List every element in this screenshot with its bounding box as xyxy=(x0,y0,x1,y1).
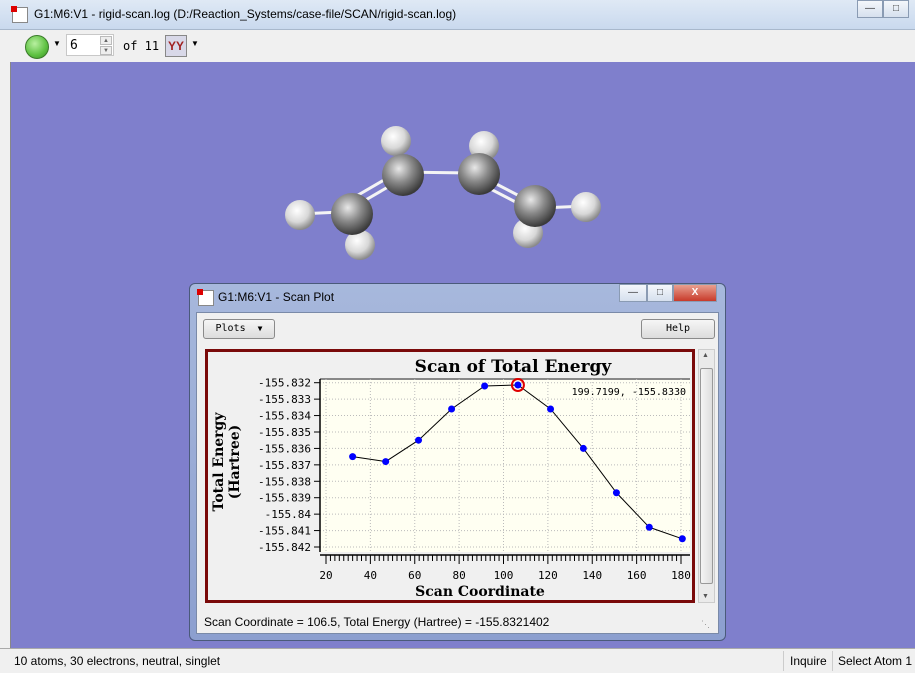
plot-frame: Scan of Total Energy -155.832 -155.833 -15… xyxy=(205,349,695,603)
y-tick-label: -155.832 xyxy=(258,377,311,390)
data-point xyxy=(349,453,357,461)
hydrogen-atom xyxy=(571,192,601,222)
hydrogen-atom xyxy=(381,126,411,156)
y-tick-label: -155.84 xyxy=(265,508,312,521)
scroll-up-icon[interactable]: ▲ xyxy=(702,352,709,359)
y-tick-label: -155.836 xyxy=(258,442,311,455)
x-tick-label: 40 xyxy=(364,569,377,582)
data-point xyxy=(678,535,686,543)
molecule-info: 10 atoms, 30 electrons, neutral, singlet xyxy=(14,654,221,668)
minimize-button[interactable]: — xyxy=(619,284,647,302)
window-title: G1:M6:V1 - rigid-scan.log (D:/Reaction_S… xyxy=(34,7,457,21)
scan-plot-window: G1:M6:V1 - Scan Plot — □ X Plots ▼ Help … xyxy=(189,283,726,641)
data-point xyxy=(415,436,423,444)
title-bar: G1:M6:V1 - rigid-scan.log (D:/Reaction_S… xyxy=(0,0,915,30)
status-bar: 10 atoms, 30 electrons, neutral, singlet… xyxy=(0,648,915,673)
x-tick-label: 80 xyxy=(453,569,466,582)
frame-value[interactable]: 6 xyxy=(70,38,78,53)
help-button[interactable]: Help xyxy=(641,319,715,339)
scan-chart[interactable]: Scan of Total Energy -155.832 -155.833 -15… xyxy=(208,352,692,600)
x-tick-label: 60 xyxy=(408,569,421,582)
chart-title: Scan of Total Energy xyxy=(415,357,613,377)
vibration-icon[interactable]: YY xyxy=(165,35,187,57)
data-point xyxy=(612,489,620,497)
data-point xyxy=(645,523,653,531)
y-tick-label: -155.842 xyxy=(258,541,311,554)
scan-window-title: G1:M6:V1 - Scan Plot xyxy=(218,290,335,304)
carbon-atom xyxy=(514,185,556,227)
maximize-button[interactable]: □ xyxy=(883,0,909,18)
app-icon xyxy=(197,289,214,306)
data-point xyxy=(579,444,587,452)
toolbar: ▼ 6 ▲ ▼ of 11 YY ▼ xyxy=(10,30,915,62)
data-point xyxy=(448,405,456,413)
frame-spinbox[interactable]: 6 ▲ ▼ xyxy=(66,34,114,56)
y-tick-label: -155.839 xyxy=(258,492,311,505)
chevron-down-icon[interactable]: ▼ xyxy=(191,39,199,48)
vertical-scrollbar[interactable]: ▲ ▼ xyxy=(698,349,715,603)
x-tick-label: 120 xyxy=(538,569,558,582)
cursor-readout: 199.7199, -155.8330 xyxy=(572,387,686,398)
x-tick-label: 180 xyxy=(671,569,691,582)
y-tick-label: -155.833 xyxy=(258,393,311,406)
data-point xyxy=(481,382,489,390)
mode-status: Inquire xyxy=(790,654,827,668)
y-axis-label-line2: (Hartree) xyxy=(227,425,243,500)
maximize-button[interactable]: □ xyxy=(647,284,673,302)
scan-status-text: Scan Coordinate = 106.5, Total Energy (H… xyxy=(204,615,550,629)
y-tick-label: -155.838 xyxy=(258,475,311,488)
app-icon xyxy=(11,6,28,23)
close-button[interactable]: X xyxy=(673,284,717,302)
data-point xyxy=(382,458,390,466)
chevron-down-icon: ▼ xyxy=(257,324,263,333)
plot-background xyxy=(320,379,690,552)
y-tick-label: -155.837 xyxy=(258,459,311,472)
data-point xyxy=(514,381,522,389)
y-tick-label: -155.834 xyxy=(258,410,311,423)
hydrogen-atom xyxy=(285,200,315,230)
x-tick-label: 100 xyxy=(494,569,514,582)
minimize-button[interactable]: — xyxy=(857,0,883,18)
x-tick-label: 140 xyxy=(582,569,602,582)
scroll-down-icon[interactable]: ▼ xyxy=(702,593,709,600)
carbon-atom xyxy=(331,193,373,235)
frame-count: of 11 xyxy=(123,39,160,53)
x-tick-label: 160 xyxy=(627,569,647,582)
x-axis-label: Scan Coordinate xyxy=(415,584,545,600)
spin-down-icon[interactable]: ▼ xyxy=(100,46,112,55)
resize-grip-icon[interactable]: ⋱ xyxy=(701,619,710,630)
action-status: Select Atom 1 xyxy=(838,654,913,668)
y-tick-label: -155.841 xyxy=(258,525,311,538)
carbon-atom xyxy=(382,154,424,196)
plots-label: Plots xyxy=(215,323,246,334)
x-tick-label: 20 xyxy=(319,569,332,582)
y-axis-label-line1: Total Energy xyxy=(211,412,227,512)
plots-menu-button[interactable]: Plots ▼ xyxy=(203,319,275,339)
chevron-down-icon[interactable]: ▼ xyxy=(53,39,61,48)
scan-plot-body: Plots ▼ Help Scan of Total Energy -155.8… xyxy=(196,312,719,634)
green-ball-icon[interactable] xyxy=(25,35,49,59)
scrollbar-thumb[interactable] xyxy=(700,368,713,584)
data-point xyxy=(547,405,555,413)
carbon-atom xyxy=(458,153,500,195)
spin-up-icon[interactable]: ▲ xyxy=(100,36,112,45)
y-tick-label: -155.835 xyxy=(258,426,311,439)
